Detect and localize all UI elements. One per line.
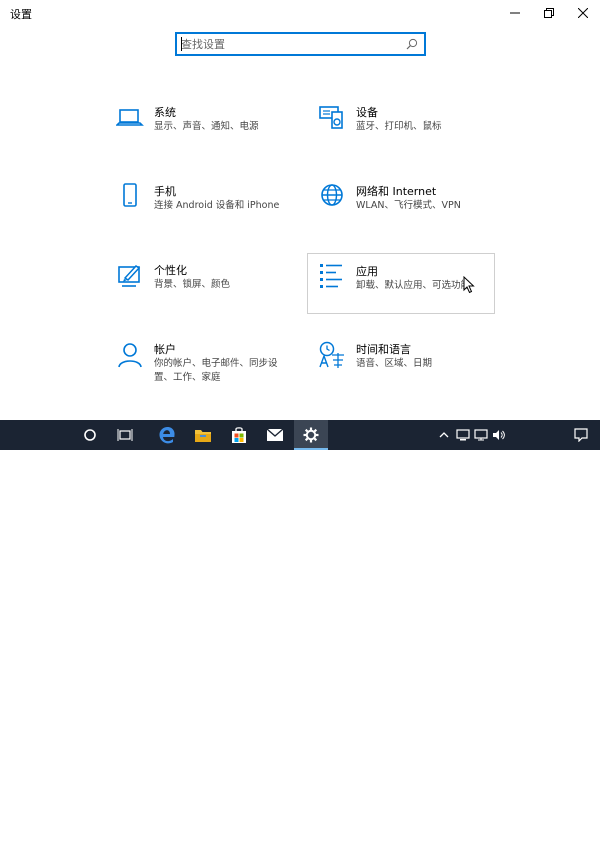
settings-taskbar-button[interactable]	[294, 420, 328, 450]
volume-tray-button[interactable]	[490, 420, 508, 450]
cortana-button[interactable]	[76, 420, 104, 450]
watermark-logo: php中文网	[2, 852, 69, 867]
tile-name: 网络和 Internet	[356, 185, 437, 198]
network-icon	[474, 429, 488, 441]
restore-icon	[544, 8, 554, 18]
tile-name: 时间和语言	[356, 343, 411, 356]
tile-desc: 语音、区域、日期	[356, 358, 433, 369]
edge-button[interactable]	[150, 420, 184, 450]
tray-overflow-button[interactable]	[436, 420, 452, 450]
settings-window: 设置 系统 显示、声音、通知、电源	[0, 0, 600, 420]
tile-time-language[interactable]: 时间和语言 语音、区域、日期	[310, 341, 498, 403]
volume-icon	[493, 430, 505, 440]
search-icon[interactable]	[406, 38, 418, 50]
tile-name: 个性化	[154, 264, 187, 277]
search-input[interactable]	[181, 36, 401, 52]
apps-list-icon	[320, 264, 342, 288]
tile-devices[interactable]: 设备 蓝牙、打印机、鼠标	[310, 104, 498, 166]
tile-phone[interactable]: 手机 连接 Android 设备和 iPhone	[108, 183, 296, 245]
file-explorer-button[interactable]	[186, 420, 220, 450]
close-icon	[578, 8, 588, 18]
title-bar: 设置	[0, 0, 600, 26]
laptop-icon	[116, 109, 144, 126]
tile-desc: WLAN、飞行模式、VPN	[356, 200, 461, 211]
tile-name: 手机	[154, 185, 176, 198]
restore-button[interactable]	[532, 0, 566, 26]
tile-name: 帐户	[154, 343, 176, 356]
tile-name: 系统	[154, 106, 176, 119]
edge-icon	[159, 426, 175, 444]
network-tray-button[interactable]	[472, 420, 490, 450]
tile-system[interactable]: 系统 显示、声音、通知、电源	[108, 104, 296, 166]
tile-desc: 你的帐户、电子邮件、同步设置、工作、家庭	[154, 358, 278, 383]
action-center-button[interactable]	[568, 420, 594, 450]
mail-button[interactable]	[258, 420, 292, 450]
time-language-icon	[319, 341, 344, 368]
phone-icon	[123, 183, 137, 207]
tile-desc: 背景、锁屏、颜色	[154, 279, 231, 290]
mail-icon	[266, 428, 284, 441]
globe-icon	[321, 184, 343, 206]
search-box[interactable]	[175, 32, 426, 56]
tile-personalization[interactable]: 个性化 背景、锁屏、颜色	[108, 262, 296, 324]
close-button[interactable]	[566, 0, 600, 26]
tile-desc: 蓝牙、打印机、鼠标	[356, 121, 442, 132]
clock-date[interactable]: 2021/4/22	[510, 856, 566, 868]
text-caret	[181, 37, 182, 51]
window-title: 设置	[10, 8, 32, 21]
store-button[interactable]	[222, 420, 256, 450]
gear-icon	[303, 427, 319, 443]
taskbar: php中文网 中 15:48 2021/4/22	[0, 420, 600, 867]
cortana-circle-icon	[84, 429, 96, 441]
task-view-button[interactable]	[110, 420, 140, 450]
paint-icon	[118, 265, 141, 287]
tile-desc: 显示、声音、通知、电源	[154, 121, 259, 132]
tile-network[interactable]: 网络和 Internet WLAN、飞行模式、VPN	[310, 183, 498, 245]
clock-time[interactable]: 15:48	[510, 843, 566, 855]
minimize-icon	[510, 12, 520, 14]
person-icon	[118, 343, 142, 368]
tray-device-button[interactable]	[454, 420, 472, 450]
device-tray-icon	[456, 429, 470, 441]
tile-name: 应用	[356, 265, 378, 278]
tile-name: 设备	[356, 106, 378, 119]
mouse-cursor-icon	[463, 276, 475, 294]
task-view-icon	[117, 429, 133, 441]
chevron-up-icon	[439, 432, 449, 438]
tile-accounts[interactable]: 帐户 你的帐户、电子邮件、同步设置、工作、家庭	[108, 341, 296, 403]
folder-icon	[195, 430, 211, 442]
store-bag-icon	[232, 427, 246, 443]
tile-desc: 卸载、默认应用、可选功能	[356, 280, 471, 291]
keyboard-speaker-icon	[319, 106, 343, 129]
notification-icon	[574, 428, 588, 442]
minimize-button[interactable]	[498, 0, 532, 26]
tile-desc: 连接 Android 设备和 iPhone	[154, 200, 280, 211]
